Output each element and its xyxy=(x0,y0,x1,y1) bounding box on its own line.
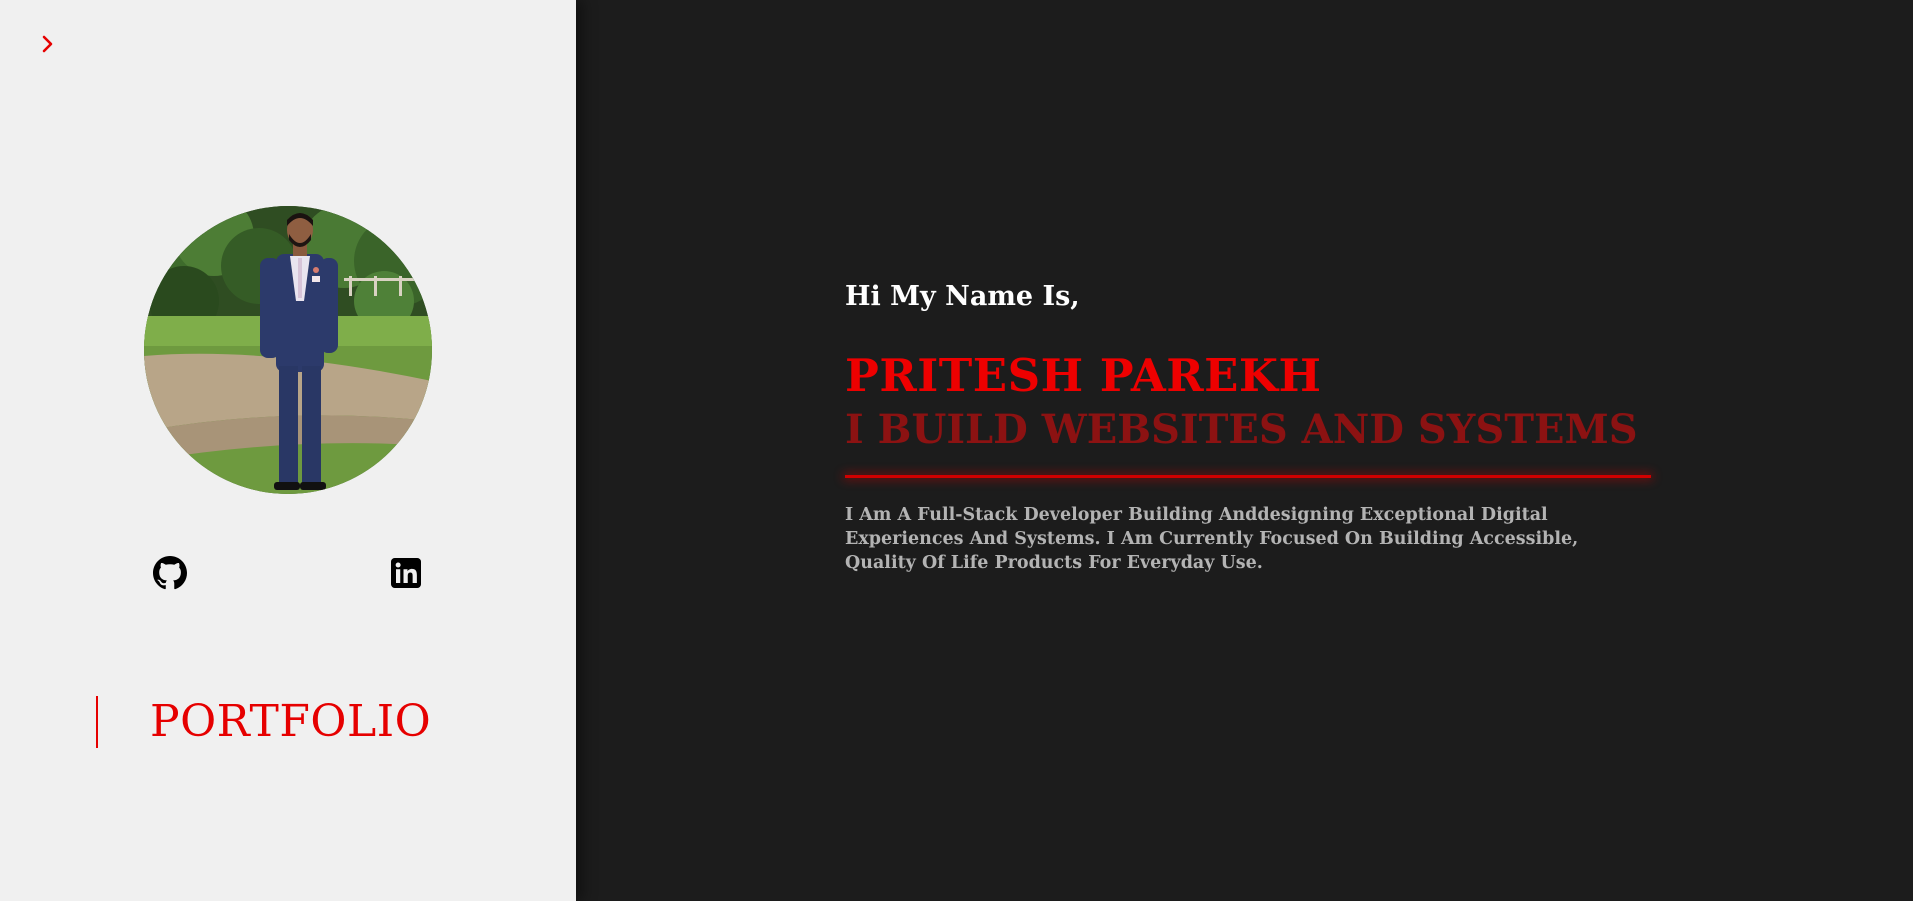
linkedin-link[interactable] xyxy=(389,556,423,590)
avatar xyxy=(144,206,432,494)
sidebar: PORTFOLIO xyxy=(0,0,576,901)
github-icon xyxy=(153,556,187,590)
intro-section: Hi My Name Is, PRITESH PAREKH I BUILD WE… xyxy=(845,278,1655,575)
chevron-right-icon xyxy=(42,35,53,53)
profile-photo xyxy=(144,206,432,494)
expand-sidebar-button[interactable] xyxy=(37,33,59,55)
divider xyxy=(845,475,1651,478)
active-indicator xyxy=(96,696,98,748)
name-heading: PRITESH PAREKH xyxy=(845,349,1322,402)
nav-portfolio[interactable]: PORTFOLIO xyxy=(96,696,431,748)
description: I Am A Full-Stack Developer Building And… xyxy=(845,505,1579,573)
greeting: Hi My Name Is, xyxy=(845,281,1080,312)
nav-portfolio-label: PORTFOLIO xyxy=(150,696,432,747)
linkedin-icon xyxy=(391,558,421,588)
main-content: Hi My Name Is, PRITESH PAREKH I BUILD WE… xyxy=(576,0,1913,901)
tagline: I BUILD WEBSITES AND SYSTEMS xyxy=(845,406,1638,453)
page: PORTFOLIO Hi My Name Is, PRITESH PAREKH … xyxy=(0,0,1913,901)
github-link[interactable] xyxy=(153,556,187,590)
